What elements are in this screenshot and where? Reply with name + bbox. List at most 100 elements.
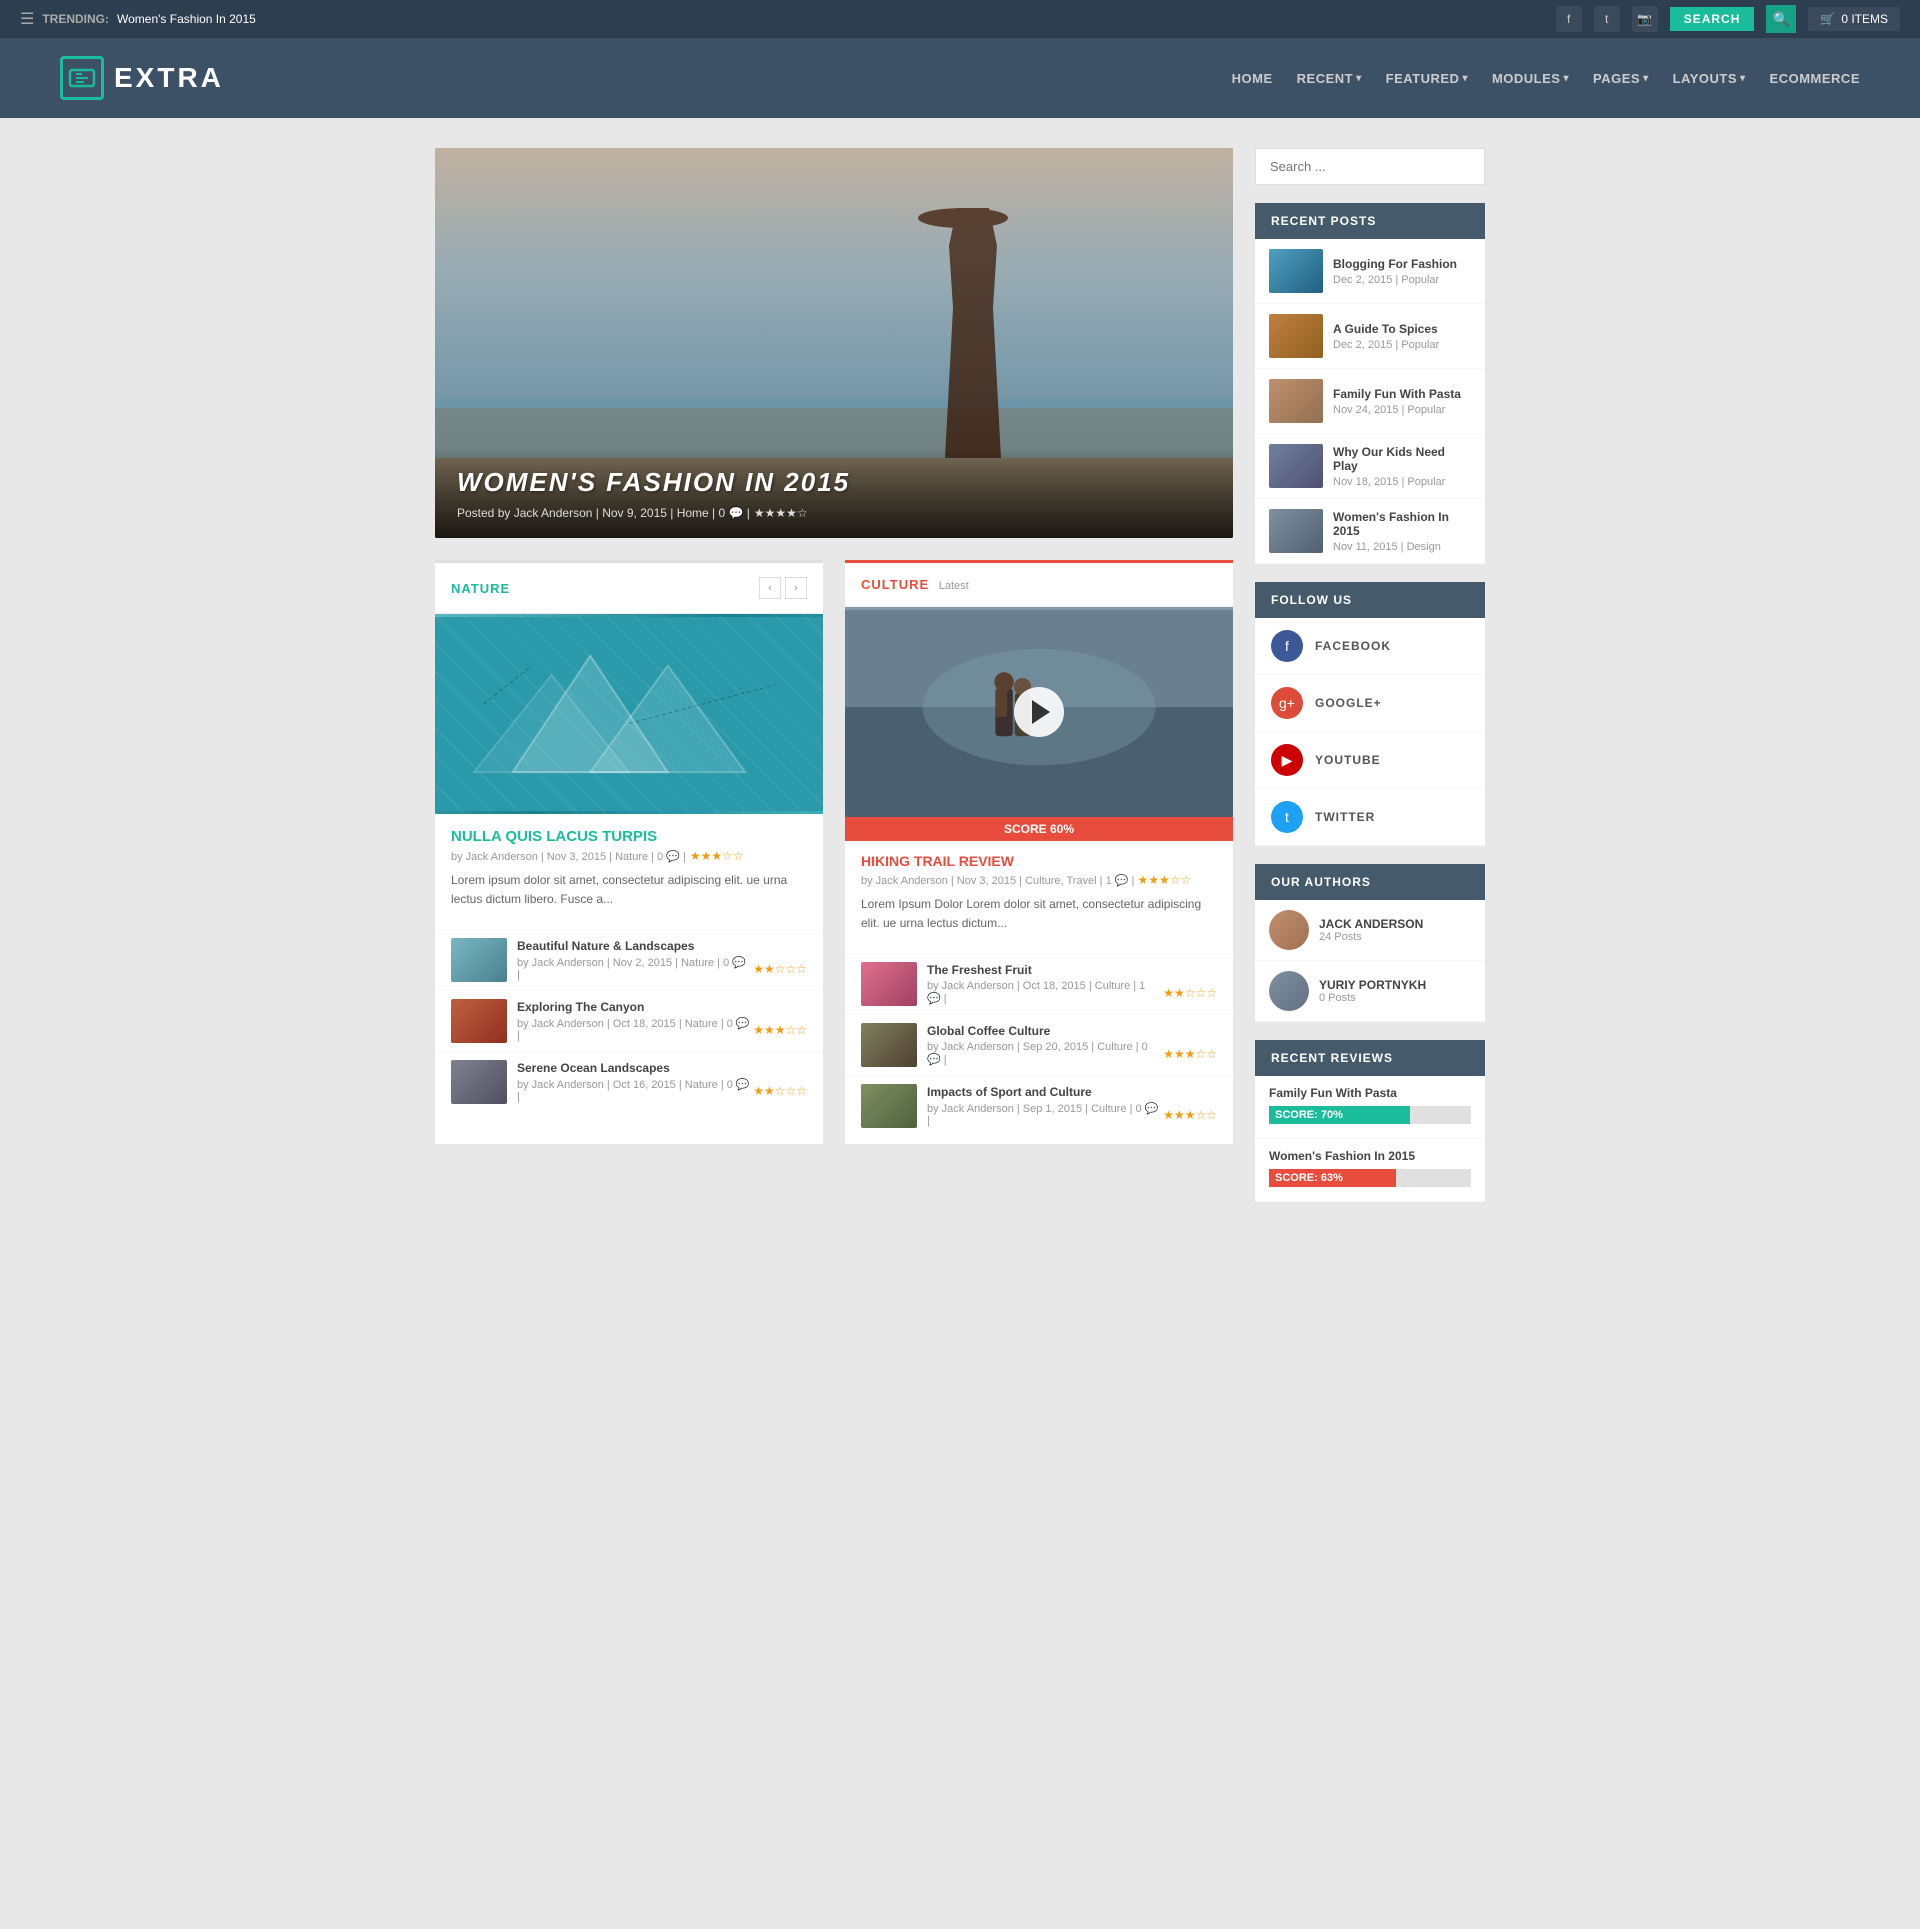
top-bar-left: ☰ TRENDING: Women's Fashion In 2015 <box>20 9 256 29</box>
author-name[interactable]: YURIY PORTNYKH <box>1319 978 1426 992</box>
two-column-section: NATURE ‹ › NULLA QU <box>435 560 1233 1144</box>
score-text: SCORE: 63% <box>1275 1172 1343 1184</box>
post-info: Global Coffee Culture by Jack Anderson |… <box>927 1024 1217 1066</box>
logo[interactable]: EXTRA <box>60 56 224 100</box>
culture-title-wrap: CULTURE Latest <box>861 577 969 592</box>
nature-prev-button[interactable]: ‹ <box>759 577 781 599</box>
nav-layouts[interactable]: LAYOUTS ▾ <box>1673 71 1746 86</box>
review-score-bar: SCORE: 70% <box>1269 1106 1471 1124</box>
recent-title[interactable]: Family Fun With Pasta <box>1333 387 1461 401</box>
post-info: Serene Ocean Landscapes by Jack Anderson… <box>517 1061 807 1103</box>
nav-ecommerce[interactable]: ECOMMERCE <box>1770 71 1860 86</box>
search-button[interactable]: SEARCH <box>1670 7 1755 31</box>
recent-thumb <box>1269 444 1323 488</box>
nature-title: NATURE <box>451 581 510 596</box>
author-info: YURIY PORTNYKH 0 Posts <box>1319 978 1426 1004</box>
author-item: JACK ANDERSON 24 Posts <box>1255 900 1485 961</box>
author-avatar <box>1269 971 1309 1011</box>
instagram-topbar-icon[interactable]: 📷 <box>1632 6 1658 32</box>
recent-info: Family Fun With Pasta Nov 24, 2015 | Pop… <box>1333 387 1461 416</box>
post-title[interactable]: Beautiful Nature & Landscapes <box>517 939 807 953</box>
culture-header: CULTURE Latest <box>845 563 1233 607</box>
recent-title[interactable]: Why Our Kids Need Play <box>1333 445 1471 473</box>
hero-overlay: WOMEN'S FASHION IN 2015 Posted by Jack A… <box>435 447 1233 538</box>
twitter-topbar-icon[interactable]: t <box>1594 6 1620 32</box>
search-input[interactable] <box>1255 148 1485 185</box>
cart-button[interactable]: 🛒 0 ITEMS <box>1808 7 1900 31</box>
recent-title[interactable]: A Guide To Spices <box>1333 322 1439 336</box>
play-button[interactable] <box>1014 687 1064 737</box>
list-item: Serene Ocean Landscapes by Jack Anderson… <box>435 1051 823 1112</box>
play-icon <box>1032 700 1050 724</box>
recent-thumb <box>1269 509 1323 553</box>
post-info: Beautiful Nature & Landscapes by Jack An… <box>517 939 807 981</box>
hero-meta-text: Posted by Jack Anderson | Nov 9, 2015 | … <box>457 506 750 520</box>
nature-rating: ★★★☆☆ <box>690 849 744 863</box>
author-avatar <box>1269 910 1309 950</box>
recent-meta: Nov 11, 2015 | Design <box>1333 541 1471 553</box>
author-info: JACK ANDERSON 24 Posts <box>1319 917 1423 943</box>
score-fill: SCORE: 70% <box>1269 1106 1410 1124</box>
post-title[interactable]: Exploring The Canyon <box>517 1000 807 1014</box>
cart-label: 0 ITEMS <box>1841 12 1888 26</box>
culture-post-list: The Freshest Fruit by Jack Anderson | Oc… <box>845 945 1233 1144</box>
nav-featured[interactable]: FEATURED ▾ <box>1386 71 1468 86</box>
score-background: SCORE: 63% <box>1269 1169 1471 1187</box>
author-name[interactable]: JACK ANDERSON <box>1319 917 1423 931</box>
culture-title: CULTURE <box>861 577 929 592</box>
recent-meta: Dec 2, 2015 | Popular <box>1333 274 1457 286</box>
review-score-bar: SCORE: 63% <box>1269 1169 1471 1187</box>
post-info: Impacts of Sport and Culture by Jack And… <box>927 1085 1217 1127</box>
score-text: SCORE: 70% <box>1275 1109 1343 1121</box>
nav-home[interactable]: HOME <box>1232 71 1273 86</box>
culture-video[interactable] <box>845 607 1233 817</box>
top-bar: ☰ TRENDING: Women's Fashion In 2015 f t … <box>0 0 1920 38</box>
review-title[interactable]: Women's Fashion In 2015 <box>1269 1149 1471 1163</box>
reviews-title: RECENT REVIEWS <box>1255 1040 1485 1076</box>
recent-thumb <box>1269 249 1323 293</box>
menu-icon[interactable]: ☰ <box>20 9 34 29</box>
follow-twitter[interactable]: t TWITTER <box>1255 789 1485 846</box>
follow-youtube[interactable]: ▶ YOUTUBE <box>1255 732 1485 789</box>
nature-meta-text: by Jack Anderson | Nov 3, 2015 | Nature … <box>451 850 686 863</box>
nature-main-excerpt: Lorem ipsum dolor sit amet, consectetur … <box>435 871 823 921</box>
culture-section: CULTURE Latest <box>845 560 1233 1144</box>
follow-googleplus-label: GOOGLE+ <box>1315 696 1382 710</box>
post-thumbnail <box>451 1060 507 1104</box>
score-fill: SCORE: 63% <box>1269 1169 1396 1187</box>
culture-main-title[interactable]: HIKING TRAIL REVIEW <box>845 841 1233 873</box>
nature-main-title[interactable]: NULLA QUIS LACUS TURPIS <box>435 814 823 849</box>
post-title[interactable]: The Freshest Fruit <box>927 963 1217 977</box>
top-bar-right: f t 📷 SEARCH 🔍 🛒 0 ITEMS <box>1556 5 1900 33</box>
trending-label: TRENDING: <box>42 12 109 26</box>
post-thumbnail <box>451 999 507 1043</box>
post-title[interactable]: Global Coffee Culture <box>927 1024 1217 1038</box>
recent-title[interactable]: Women's Fashion In 2015 <box>1333 510 1471 538</box>
post-meta: by Jack Anderson | Oct 18, 2015 | Cultur… <box>927 980 1217 1005</box>
recent-post-item: Family Fun With Pasta Nov 24, 2015 | Pop… <box>1255 369 1485 434</box>
recent-title[interactable]: Blogging For Fashion <box>1333 257 1457 271</box>
follow-youtube-label: YOUTUBE <box>1315 753 1381 767</box>
review-item: Family Fun With Pasta SCORE: 70% <box>1255 1076 1485 1139</box>
author-item: YURIY PORTNYKH 0 Posts <box>1255 961 1485 1022</box>
nav-modules[interactable]: MODULES ▾ <box>1492 71 1569 86</box>
culture-badge: Latest <box>939 580 969 592</box>
twitter-icon: t <box>1271 801 1303 833</box>
facebook-topbar-icon[interactable]: f <box>1556 6 1582 32</box>
nav-pages[interactable]: PAGES ▾ <box>1593 71 1649 86</box>
sidebar-search <box>1255 148 1485 185</box>
follow-googleplus[interactable]: g+ GOOGLE+ <box>1255 675 1485 732</box>
main-nav: HOME RECENT ▾ FEATURED ▾ MODULES ▾ PAGES… <box>1232 71 1860 86</box>
search-icon-button[interactable]: 🔍 <box>1766 5 1796 33</box>
review-title[interactable]: Family Fun With Pasta <box>1269 1086 1471 1100</box>
nav-recent[interactable]: RECENT ▾ <box>1297 71 1362 86</box>
list-item: The Freshest Fruit by Jack Anderson | Oc… <box>845 953 1233 1014</box>
post-meta: by Jack Anderson | Sep 20, 2015 | Cultur… <box>927 1041 1217 1066</box>
authors-section: OUR AUTHORS JACK ANDERSON 24 Posts YURIY… <box>1255 864 1485 1022</box>
post-title[interactable]: Serene Ocean Landscapes <box>517 1061 807 1075</box>
nature-next-button[interactable]: › <box>785 577 807 599</box>
post-title[interactable]: Impacts of Sport and Culture <box>927 1085 1217 1099</box>
follow-facebook[interactable]: f FACEBOOK <box>1255 618 1485 675</box>
post-meta: by Jack Anderson | Nov 2, 2015 | Nature … <box>517 956 807 981</box>
hero-section[interactable]: WOMEN'S FASHION IN 2015 Posted by Jack A… <box>435 148 1233 538</box>
